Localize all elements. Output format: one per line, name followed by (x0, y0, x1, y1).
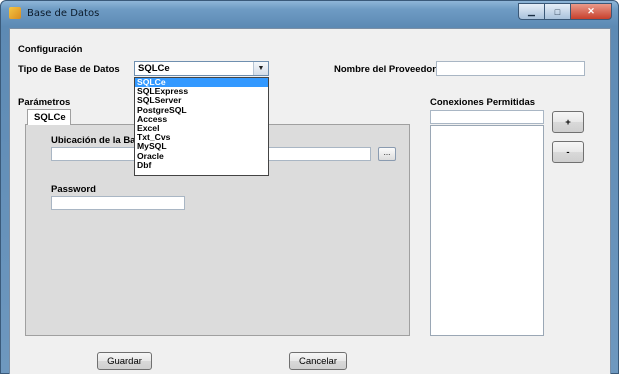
close-icon: ✕ (587, 6, 595, 16)
ubicacion-label: Ubicación de la Bas (51, 135, 141, 146)
parametros-heading: Parámetros (18, 97, 71, 108)
tab-sqlce-label: SQLCe (34, 112, 66, 123)
tipo-base-label: Tipo de Base de Datos (18, 64, 120, 75)
dropdown-option[interactable]: Dbf (135, 160, 268, 170)
remove-conexion-button[interactable]: - (552, 141, 584, 163)
app-icon (9, 7, 21, 19)
title-bar[interactable]: Base de Datos ▁ □ ✕ (1, 1, 618, 27)
maximize-button[interactable]: □ (544, 3, 570, 20)
tab-sqlce[interactable]: SQLCe (27, 109, 71, 125)
conexion-input[interactable] (430, 110, 544, 124)
configuracion-heading: Configuración (18, 44, 83, 55)
minimize-button[interactable]: ▁ (518, 3, 544, 20)
conexiones-list[interactable] (430, 125, 544, 336)
tipo-base-combo[interactable]: SQLCe ▼ (134, 61, 269, 76)
password-label: Password (51, 184, 96, 195)
tipo-base-dropdown-list[interactable]: SQLCe SQLExpress SQLServer PostgreSQL Access… (134, 77, 269, 176)
app-window: Base de Datos ▁ □ ✕ Configuración Tipo d… (0, 0, 619, 374)
close-button[interactable]: ✕ (570, 3, 612, 20)
maximize-icon: □ (554, 6, 561, 17)
cancel-button[interactable]: Cancelar (289, 352, 347, 370)
minimize-icon: ▁ (528, 6, 535, 16)
conexiones-heading: Conexiones Permitidas (430, 97, 536, 108)
tipo-base-value: SQLCe (138, 63, 170, 74)
save-button[interactable]: Guardar (97, 352, 152, 370)
proveedor-input[interactable] (436, 61, 585, 76)
window-controls: ▁ □ ✕ (518, 3, 612, 21)
dropdown-option[interactable]: Oracle (135, 151, 268, 161)
password-input[interactable] (51, 196, 185, 210)
window-title: Base de Datos (27, 8, 100, 19)
add-conexion-button[interactable]: + (552, 111, 584, 133)
browse-button[interactable]: ... (378, 147, 396, 161)
client-area: Configuración Tipo de Base de Datos SQLC… (9, 28, 611, 374)
chevron-down-icon[interactable]: ▼ (253, 62, 268, 75)
proveedor-label: Nombre del Proveedor (334, 64, 436, 75)
